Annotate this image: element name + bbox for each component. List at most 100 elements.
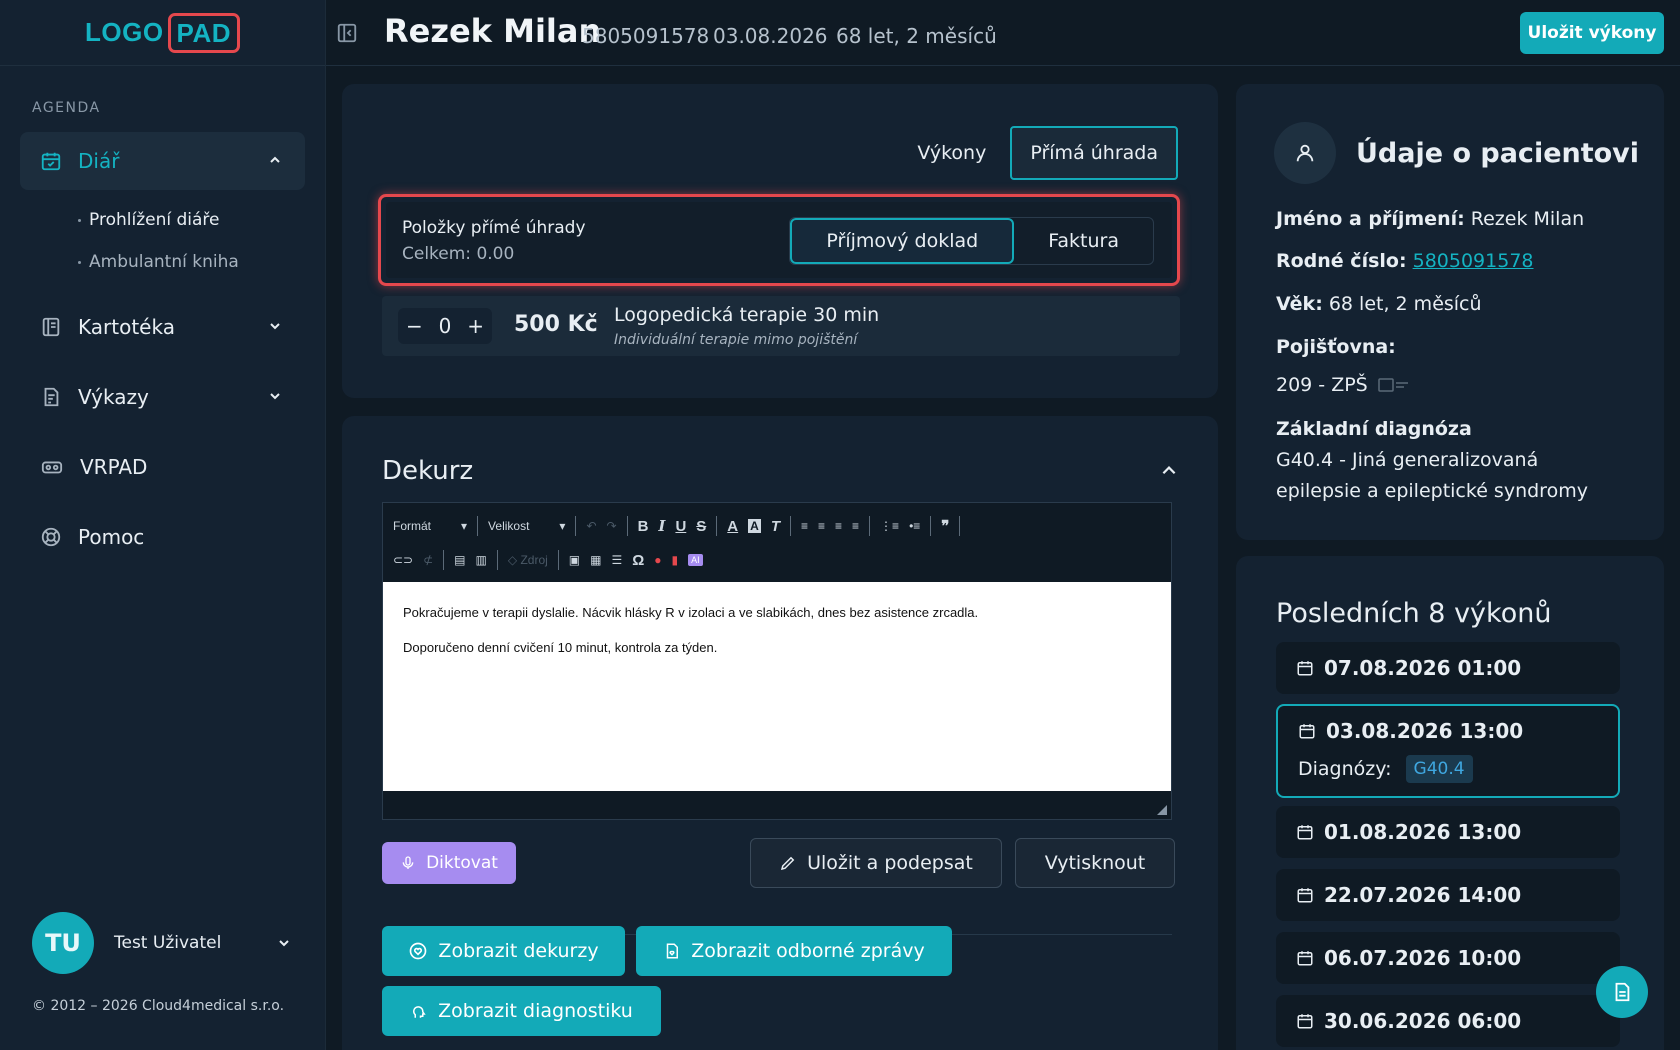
sidebar-subitem-ambulantni-kniha[interactable]: Ambulantní kniha bbox=[78, 252, 239, 272]
background-color-icon[interactable]: A bbox=[748, 519, 761, 533]
remove-format-icon[interactable]: T bbox=[771, 518, 780, 535]
save-sign-button[interactable]: Uložit a podepsat bbox=[750, 838, 1002, 888]
toolbar-separator bbox=[443, 550, 445, 570]
show-reports-button[interactable]: Zobrazit odborné zprávy bbox=[636, 926, 952, 976]
dekurz-card: Dekurz Formát ▾ Velikost ▾ ↶ ↷ B I U S A A… bbox=[342, 416, 1218, 1050]
bold-icon[interactable]: B bbox=[638, 518, 649, 535]
unlink-icon[interactable]: ⊄ bbox=[423, 553, 433, 567]
diagnosis-badge[interactable]: G40.4 bbox=[1405, 755, 1473, 783]
comment-icon[interactable]: ● bbox=[654, 553, 661, 567]
logo[interactable]: LOGO PAD bbox=[0, 0, 325, 66]
link-icon[interactable]: ⊂⊃ bbox=[393, 553, 413, 567]
insurance-card-icon[interactable] bbox=[1377, 377, 1410, 393]
service-tabs: Výkony Přímá úhrada bbox=[899, 126, 1178, 180]
sidebar-subitem-prohlizeni[interactable]: Prohlížení diáře bbox=[78, 210, 219, 230]
sidebar-item-kartoteka[interactable]: Kartotéka bbox=[20, 298, 305, 356]
horizontal-rule-icon[interactable]: ☰ bbox=[611, 553, 622, 567]
user-menu[interactable]: TU Test Uživatel bbox=[32, 912, 292, 974]
align-center-icon[interactable]: ≡ bbox=[818, 519, 825, 533]
source-icon: ◇ bbox=[507, 553, 518, 567]
items-total: Celkem: 0.00 bbox=[402, 244, 515, 264]
numbered-list-icon[interactable]: ⋮≡ bbox=[880, 519, 899, 533]
undo-icon[interactable]: ↶ bbox=[586, 519, 596, 533]
decrement-button[interactable]: − bbox=[406, 314, 423, 338]
sidebar-item-label: Kartotéka bbox=[78, 315, 175, 339]
image-icon[interactable]: ▣ bbox=[569, 553, 580, 567]
visit-item-selected[interactable]: 03.08.2026 13:00 Diagnózy: G40.4 bbox=[1276, 704, 1620, 798]
align-justify-icon[interactable]: ≡ bbox=[852, 519, 859, 533]
items-title: Položky přímé úhrady bbox=[402, 218, 586, 238]
dekurz-title: Dekurz bbox=[382, 456, 474, 486]
strikethrough-icon[interactable]: S bbox=[696, 518, 706, 535]
dictate-button[interactable]: Diktovat bbox=[382, 842, 516, 884]
avatar: TU bbox=[32, 912, 94, 974]
bullet-dot bbox=[78, 260, 81, 264]
ai-icon[interactable]: AI bbox=[688, 554, 703, 566]
calendar-icon bbox=[1297, 1014, 1313, 1029]
sidebar-collapse-icon[interactable] bbox=[336, 22, 358, 44]
receipt-button[interactable]: Příjmový doklad bbox=[790, 218, 1015, 264]
head-profile-icon bbox=[413, 1006, 426, 1018]
table-icon[interactable]: ▦ bbox=[590, 553, 601, 567]
calendar-icon bbox=[1297, 661, 1313, 676]
sidebar-item-vrpad[interactable]: VRPAD bbox=[20, 438, 305, 496]
last-visits-title: Posledních 8 výkonů bbox=[1276, 598, 1552, 629]
sidebar-item-pomoc[interactable]: Pomoc bbox=[20, 508, 305, 566]
sidebar-item-diar[interactable]: Diář bbox=[20, 132, 305, 190]
underline-icon[interactable]: U bbox=[675, 518, 686, 535]
chevron-up-icon[interactable] bbox=[1160, 462, 1178, 480]
print-button[interactable]: Vytisknout bbox=[1015, 838, 1175, 888]
format-select[interactable]: Formát ▾ bbox=[393, 519, 467, 533]
last-visits-card: Posledních 8 výkonů 07.08.2026 01:00 03.… bbox=[1236, 556, 1664, 1050]
blockquote-icon[interactable]: ❞ bbox=[941, 517, 949, 535]
source-button[interactable]: ◇ Zdroj bbox=[508, 553, 548, 567]
pdf-icon[interactable]: ▮ bbox=[672, 553, 679, 567]
resize-handle-icon[interactable] bbox=[1157, 805, 1167, 815]
redo-icon[interactable]: ↷ bbox=[607, 519, 617, 533]
visit-item[interactable]: 22.07.2026 14:00 bbox=[1276, 869, 1620, 921]
visit-item[interactable]: 07.08.2026 01:00 bbox=[1276, 642, 1620, 694]
bullet-list-icon[interactable]: •≡ bbox=[909, 519, 920, 533]
align-left-icon[interactable]: ≡ bbox=[801, 519, 808, 533]
user-name: Test Uživatel bbox=[114, 933, 222, 953]
diagnosis-line1: G40.4 - Jiná generalizovaná bbox=[1276, 449, 1539, 471]
visit-item[interactable]: 01.08.2026 13:00 bbox=[1276, 806, 1620, 858]
floating-document-button[interactable] bbox=[1596, 966, 1648, 1018]
toolbar-separator bbox=[716, 516, 718, 536]
sidebar-subitem-label: Prohlížení diáře bbox=[89, 210, 220, 230]
patient-age: 68 let, 2 měsíců bbox=[836, 24, 997, 48]
visit-item[interactable]: 30.06.2026 06:00 bbox=[1276, 995, 1620, 1047]
quantity-value[interactable]: 0 bbox=[439, 314, 452, 338]
insurance-line: 209 - ZPŠ bbox=[1276, 374, 1410, 396]
visit-diagnoses: Diagnózy: G40.4 bbox=[1298, 755, 1473, 783]
size-select[interactable]: Velikost ▾ bbox=[488, 519, 565, 533]
sidebar-item-vykazy[interactable]: Výkazy bbox=[20, 368, 305, 426]
text-color-icon[interactable]: A bbox=[727, 518, 738, 535]
increment-button[interactable]: + bbox=[467, 314, 484, 338]
rc-label: Rodné číslo: bbox=[1276, 250, 1407, 272]
document-icon bbox=[1615, 982, 1630, 1002]
show-diagnostics-button[interactable]: Zobrazit diagnostiku bbox=[382, 986, 661, 1036]
align-right-icon[interactable]: ≡ bbox=[835, 519, 842, 533]
toolbar-separator bbox=[789, 516, 791, 536]
special-char-icon[interactable]: Ω bbox=[632, 552, 644, 569]
visit-item[interactable]: 06.07.2026 10:00 bbox=[1276, 932, 1620, 984]
toolbar-separator bbox=[930, 516, 932, 536]
save-services-button[interactable]: Uložit výkony bbox=[1520, 12, 1664, 54]
tab-prima-uhrada[interactable]: Přímá úhrada bbox=[1010, 126, 1178, 180]
user-icon bbox=[1274, 122, 1336, 184]
editor-content[interactable]: Pokračujeme v terapii dyslalie. Nácvik h… bbox=[383, 582, 1171, 792]
paste-text-icon[interactable]: ▥ bbox=[476, 553, 487, 567]
invoice-button[interactable]: Faktura bbox=[1014, 218, 1153, 264]
diagnosis-label: Základní diagnóza bbox=[1276, 418, 1472, 440]
rc-link[interactable]: 5805091578 bbox=[1413, 250, 1534, 272]
show-dekurzy-button[interactable]: Zobrazit dekurzy bbox=[382, 926, 625, 976]
paste-icon[interactable]: ▤ bbox=[454, 553, 465, 567]
italic-icon[interactable]: I bbox=[658, 517, 665, 535]
service-row: − 0 + 500 Kč Logopedická terapie 30 min … bbox=[382, 296, 1180, 356]
insurance-label-text: Pojišťovna: bbox=[1276, 336, 1396, 358]
quantity-stepper: − 0 + bbox=[398, 308, 492, 344]
visit-date: 30.06.2026 06:00 bbox=[1324, 1009, 1522, 1033]
tab-vykony[interactable]: Výkony bbox=[899, 126, 1004, 180]
direct-payment-items: Položky přímé úhrady Celkem: 0.00 Příjmo… bbox=[378, 194, 1180, 286]
